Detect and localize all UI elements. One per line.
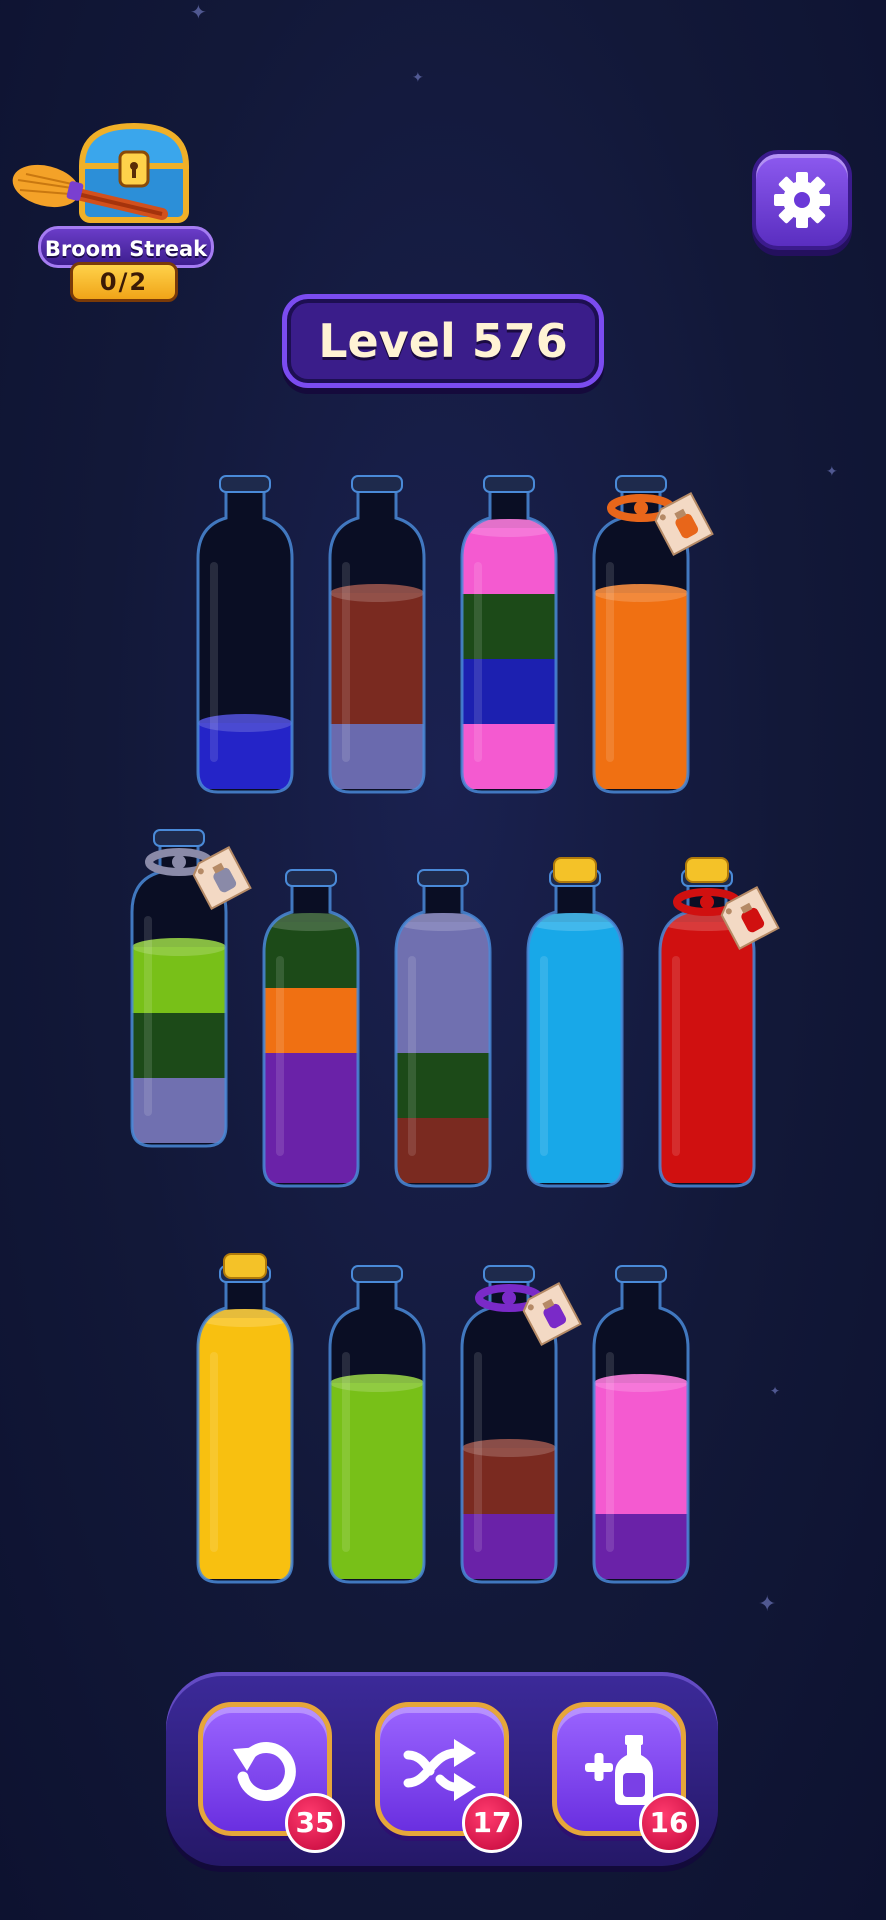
undo-button[interactable]: 35: [198, 1702, 345, 1853]
bottle[interactable]: [256, 856, 366, 1194]
add-bottle-count-badge: 16: [639, 1793, 699, 1853]
undo-icon: [233, 1742, 296, 1802]
shuffle-count-badge: 17: [462, 1793, 522, 1853]
star-icon: ✦: [190, 0, 207, 24]
star-icon: ✦: [412, 70, 424, 86]
bottle[interactable]: [124, 816, 252, 1154]
broom-streak[interactable]: Broom Streak 0/2: [12, 118, 214, 308]
cork-icon: [223, 1253, 267, 1279]
shuffle-icon: [403, 1739, 476, 1801]
settings-button[interactable]: [752, 150, 852, 250]
star-icon: ✦: [826, 464, 838, 480]
undo-count-badge: 35: [285, 1793, 345, 1853]
bottle[interactable]: [454, 462, 564, 800]
bottle[interactable]: [454, 1252, 582, 1590]
bottle[interactable]: [586, 1252, 696, 1590]
cork-icon: [553, 857, 597, 883]
bottle[interactable]: [520, 856, 630, 1194]
level-banner: Level 576: [282, 294, 604, 388]
bottle[interactable]: [652, 856, 780, 1194]
broom-streak-count: 0/2: [70, 262, 178, 302]
gear-icon: [774, 172, 830, 228]
bottle[interactable]: [586, 462, 714, 800]
add-bottle-icon: [585, 1735, 653, 1805]
level-title: Level 576: [318, 314, 568, 368]
bottle[interactable]: [190, 1252, 300, 1590]
powerup-bar: 35 17 16: [166, 1672, 718, 1866]
add-bottle-button[interactable]: 16: [552, 1702, 699, 1853]
bottle[interactable]: [322, 462, 432, 800]
shuffle-button[interactable]: 17: [375, 1702, 522, 1853]
bottle[interactable]: [322, 1252, 432, 1590]
star-icon: ✦: [770, 1384, 781, 1398]
bottle[interactable]: [388, 856, 498, 1194]
bottle[interactable]: [190, 462, 300, 800]
cork-icon: [685, 857, 729, 883]
star-icon: ✦: [758, 1592, 777, 1617]
